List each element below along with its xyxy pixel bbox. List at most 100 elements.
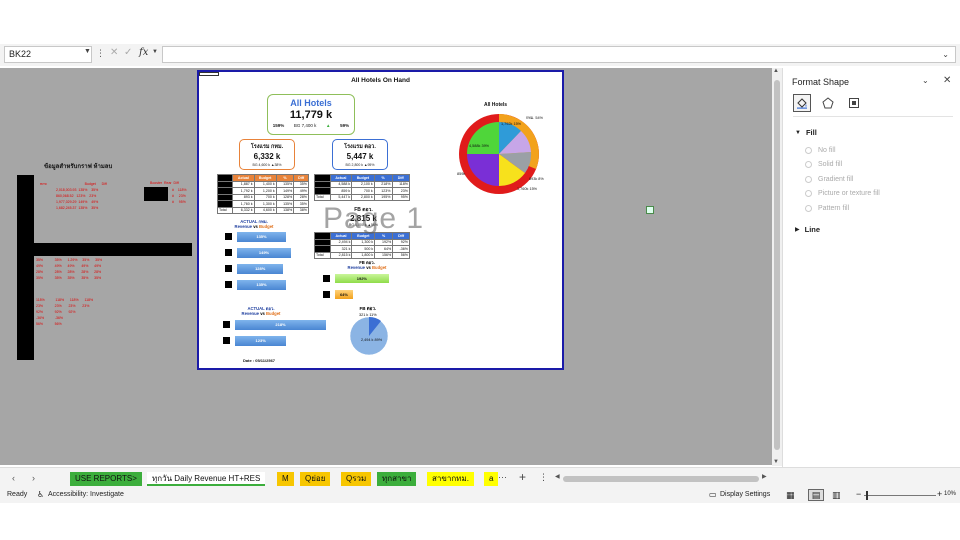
fill-line-tab[interactable]: [793, 94, 811, 112]
rev-label: Revenue: [234, 224, 253, 229]
scroll-up-icon[interactable]: ▲: [773, 68, 779, 74]
bar[interactable]: 128%: [237, 264, 284, 274]
close-icon[interactable]: ✕: [943, 75, 951, 86]
chevron-right-icon[interactable]: ›: [32, 473, 35, 483]
fill-option-pattern[interactable]: Pattern fill: [805, 205, 849, 212]
sheet-tab[interactable]: Qย่อย: [300, 472, 331, 486]
pie-fb[interactable]: [349, 316, 389, 356]
page-corner-mark: [199, 72, 219, 76]
fill-option-picture[interactable]: Picture or texture fill: [805, 190, 880, 197]
display-settings-icon[interactable]: ▭: [709, 490, 717, 499]
bar-row: 135%: [225, 232, 303, 242]
scroll-right-icon[interactable]: ▶: [762, 473, 767, 480]
left-red-text: 23% 23% 23% 23%: [36, 304, 90, 308]
chevron-down-icon[interactable]: ⌄: [922, 76, 929, 85]
size-properties-icon: [849, 98, 859, 108]
zoom-level[interactable]: 10%: [944, 491, 956, 497]
page-break-view-icon[interactable]: ▥: [832, 490, 841, 501]
vertical-scrollbar[interactable]: ▲ ▼: [772, 68, 782, 466]
enter-icon[interactable]: ✓: [124, 47, 132, 58]
left-data-title: ข้อมูลสำหรับกราฟ ห้ามลบ: [44, 164, 113, 170]
sheet-tab[interactable]: M: [277, 472, 294, 486]
zoom-in-button[interactable]: +: [937, 489, 942, 499]
hotel-prov-card[interactable]: โรงแรม ตอว. 5,447 k BG 2,800 k ▲95%: [332, 139, 388, 170]
bar-legend-square: [225, 265, 232, 272]
fill-option-label: No fill: [818, 147, 836, 154]
bar[interactable]: 135%: [237, 280, 286, 290]
add-sheet-button[interactable]: +: [519, 470, 526, 484]
sheet-tab[interactable]: ทุกสาขา: [377, 472, 417, 486]
page-watermark: Page 1: [323, 202, 425, 235]
all-hotels-title: All Hotels: [290, 98, 332, 108]
expand-formula-icon[interactable]: ⌄: [942, 50, 949, 59]
bar-legend-square: [225, 249, 232, 256]
fill-option-no-fill[interactable]: No fill: [805, 147, 836, 154]
accessibility-status[interactable]: Accessibility: Investigate: [48, 491, 124, 498]
table-cell: 56%: [392, 251, 410, 259]
display-settings-button[interactable]: Display Settings: [720, 491, 770, 498]
hotel-bkk-card[interactable]: โรงแรม กทม. 6,332 k BG 4,600 k ▲38%: [239, 139, 295, 170]
hotel-prov-value: 5,447 k: [346, 152, 374, 161]
insert-function-button[interactable]: fx: [139, 47, 148, 58]
sheet-tab[interactable]: สาขากทม.: [427, 472, 474, 486]
scroll-down-icon[interactable]: ▼: [773, 459, 779, 465]
bar[interactable]: 64%: [335, 290, 353, 299]
fill-option-label: Solid fill: [818, 161, 843, 168]
fill-option-solid[interactable]: Solid fill: [805, 161, 842, 168]
fill-option-gradient[interactable]: Gradient fill: [805, 176, 853, 183]
worksheet-area[interactable]: ข้อมูลสำหรับกราฟ ห้ามลบ ทกท Budget Diff …: [0, 68, 772, 465]
zoom-slider[interactable]: [864, 495, 936, 496]
left-red-text: Booster Rear Diff: [150, 181, 179, 185]
vertical-scroll-thumb[interactable]: [774, 80, 780, 450]
pie-all-hotels[interactable]: [457, 112, 541, 196]
line-label: Line: [804, 225, 821, 234]
scroll-left-icon[interactable]: ◀: [555, 473, 560, 480]
bar[interactable]: 192%: [335, 274, 389, 283]
page-layout-view-icon[interactable]: ▤: [808, 489, 824, 501]
chevron-left-icon[interactable]: ‹: [12, 473, 15, 483]
bar[interactable]: 135%: [237, 232, 286, 242]
pentagon-icon: [822, 97, 834, 109]
left-red-text: ทกท Budget Diff: [40, 182, 107, 186]
all-hotels-pct: 159%: [272, 123, 285, 128]
bar[interactable]: 123%: [235, 336, 287, 346]
fill-section-header[interactable]: ▼ Fill: [795, 128, 817, 137]
more-sheets-icon[interactable]: ···: [498, 472, 507, 482]
more-options-icon[interactable]: ⋮: [539, 472, 548, 483]
sheet-tab[interactable]: Qรวม: [341, 472, 372, 486]
bar[interactable]: 149%: [237, 248, 291, 258]
sheet-tab[interactable]: ทุกวัน Daily Revenue HT+RES: [147, 472, 266, 486]
normal-view-icon[interactable]: ▦: [786, 490, 795, 501]
zoom-slider-thumb[interactable]: [866, 491, 868, 500]
table-row: Total 2,815 k 1,800 k 156% 56%: [314, 251, 410, 259]
radio-icon: [805, 147, 812, 154]
name-box-dropdown-icon[interactable]: ▼: [84, 48, 91, 55]
table-cell: Total: [314, 193, 331, 201]
selection-handle[interactable]: [646, 206, 654, 214]
rev-label: Revenue: [241, 311, 260, 316]
radio-icon: [805, 190, 812, 197]
fill-option-label: Picture or texture fill: [818, 190, 880, 197]
cancel-icon[interactable]: ✕: [110, 47, 118, 58]
more-options-icon[interactable]: ⋮: [96, 48, 105, 59]
sheet-tab[interactable]: USE REPORTS>: [70, 472, 142, 486]
bar-legend-square: [323, 291, 330, 298]
all-hotels-card[interactable]: All Hotels 11,779 k 159% BG 7,400 k ▲ 59…: [267, 94, 355, 135]
fx-dropdown-icon[interactable]: ▼: [152, 49, 158, 55]
effects-tab[interactable]: [819, 94, 837, 112]
left-red-text: 1,682,245.37 135% 35%: [56, 206, 99, 210]
horizontal-scroll-thumb[interactable]: [563, 476, 759, 482]
bar-row: 135%: [225, 280, 303, 290]
formula-input[interactable]: ⌄: [162, 46, 956, 63]
zoom-out-button[interactable]: −: [856, 489, 861, 499]
size-properties-tab[interactable]: [845, 94, 863, 112]
sheet-tab[interactable]: a: [484, 472, 499, 486]
line-section-header[interactable]: ▶ Line: [795, 225, 820, 234]
bar[interactable]: 218%: [235, 320, 326, 330]
chevron-right-icon: ▶: [795, 227, 800, 233]
left-red-text: 49% 49% 49% 49% 49%: [36, 264, 102, 268]
pie-label: กทม. 54%: [526, 116, 544, 120]
name-box[interactable]: BK22: [4, 46, 92, 63]
accessibility-icon[interactable]: ♿: [37, 490, 44, 499]
table-cell: 4,600 k: [253, 206, 277, 214]
